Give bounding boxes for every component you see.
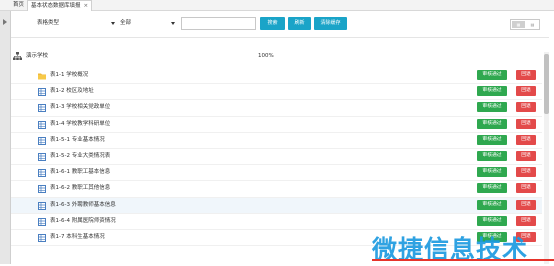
table-icon [38,169,46,178]
watermark: 微捷信息技术 [372,228,554,264]
list-item-label: 表1-7 本科生基本情况 [50,233,105,240]
tab-label: 基本状态数据库填报 [31,3,81,9]
chevron-down-icon [111,22,115,25]
approve-button[interactable]: 审核通过 [477,167,507,178]
return-button[interactable]: 回退 [516,199,536,210]
list-item[interactable]: 表1-5-2 专业大类情况表 审核通过 回退 [11,149,542,166]
root-label: 演示学校 [26,53,49,59]
approve-button[interactable]: 审核通过 [477,215,507,226]
return-button[interactable]: 回退 [516,102,536,113]
return-button[interactable]: 回退 [516,150,536,161]
return-button[interactable]: 回退 [516,118,536,129]
table-icon [38,217,46,226]
table-icon [38,201,46,210]
caret-right-icon [3,19,7,25]
table-icon [38,233,46,242]
tab-bar: 首页 基本状态数据库填报 × [0,0,554,11]
table-icon [38,88,46,97]
list-item-label: 表1-4 学校教学科研单位 [50,120,111,127]
table-icon [38,104,46,113]
return-button[interactable]: 回退 [516,183,536,194]
search-input[interactable] [181,17,256,30]
watermark-underline [372,259,554,261]
return-button[interactable]: 回退 [516,86,536,97]
approve-button[interactable]: 审核通过 [477,86,507,97]
tab-basic-data-report[interactable]: 基本状态数据库填报 × [27,0,93,11]
list-item[interactable]: 表1-4 学校教学科研单位 审核通过 回退 [11,117,542,133]
return-button[interactable]: 回退 [516,167,536,178]
scope-select[interactable]: 全部 [120,18,175,29]
refresh-button[interactable]: 刷新 [288,17,311,30]
list-item[interactable]: 表1-3 学校相关党政单位 审核通过 回退 [11,100,542,117]
scrollbar-thumb[interactable] [544,54,549,114]
approve-button[interactable]: 审核通过 [477,150,507,161]
chevron-down-icon [171,22,175,25]
search-button[interactable]: 搜索 [260,17,285,30]
return-button[interactable]: 回退 [516,215,536,226]
close-icon[interactable]: × [84,3,89,9]
list-item-label: 表1-2 校区及地址 [50,88,94,95]
list-item-label: 表1-6-1 教职工基本信息 [50,169,111,176]
list-item-label: 表1-5-1 专业基本情况 [50,136,105,143]
list-view-icon[interactable]: ▤ [526,21,539,28]
list-item-label: 表1-6-3 外聘教师基本信息 [50,201,116,208]
list-item[interactable]: 表1-6-2 教职工其他信息 审核通过 回退 [11,181,542,198]
approve-button[interactable]: 审核通过 [477,199,507,210]
table-icon [38,120,46,129]
approve-button[interactable]: 审核通过 [477,134,507,145]
list-item-label: 表1-6-2 教职工其他信息 [50,185,111,192]
list-item[interactable]: 表1-6-1 教职工基本信息 审核通过 回退 [11,165,542,182]
view-toggle: ▦ ▤ [510,19,540,30]
folder-icon [38,73,46,80]
return-button[interactable]: 回退 [516,134,536,145]
approve-button[interactable]: 审核通过 [477,118,507,129]
list-item-label: 表1-6-4 附属医院师资情况 [50,217,116,224]
approve-button[interactable]: 审核通过 [477,102,507,113]
table-icon [38,152,46,161]
table-icon [38,185,46,194]
table-type-select[interactable]: 表格类型 [37,18,115,29]
tab-home[interactable]: 首页 [10,0,27,10]
scope-value: 全部 [120,20,132,26]
table-list: 表1-1 学校概况 审核通过 回退 表1-2 校区及地址 审核通过 回退 表1-… [11,68,542,247]
table-icon [38,136,46,145]
approve-button[interactable]: 审核通过 [477,183,507,194]
return-button[interactable]: 回退 [516,70,536,80]
toolbar: 表格类型 全部 搜索 刷新 清除缓存 ▦ ▤ [11,11,549,38]
sidebar-toggle[interactable] [0,11,11,264]
list-item[interactable]: 表1-2 校区及地址 审核通过 回退 [11,84,542,101]
list-item-label: 表1-1 学校概况 [50,72,89,78]
clear-cache-button[interactable]: 清除缓存 [314,17,347,30]
table-type-value: 表格类型 [37,20,60,26]
tree-root[interactable]: 演示学校 100% [13,50,541,62]
list-item[interactable]: 表1-6-3 外聘教师基本信息 审核通过 回退 [11,197,542,214]
root-percent: 100% [258,53,274,59]
org-tree-icon [13,52,22,60]
list-item[interactable]: 表1-5-1 专业基本情况 审核通过 回退 [11,133,542,149]
approve-button[interactable]: 审核通过 [477,70,507,80]
list-item-label: 表1-3 学校相关党政单位 [50,104,111,111]
list-item[interactable]: 表1-1 学校概况 审核通过 回退 [11,68,542,85]
list-item-label: 表1-5-2 专业大类情况表 [50,152,111,159]
grid-view-icon[interactable]: ▦ [512,21,525,28]
